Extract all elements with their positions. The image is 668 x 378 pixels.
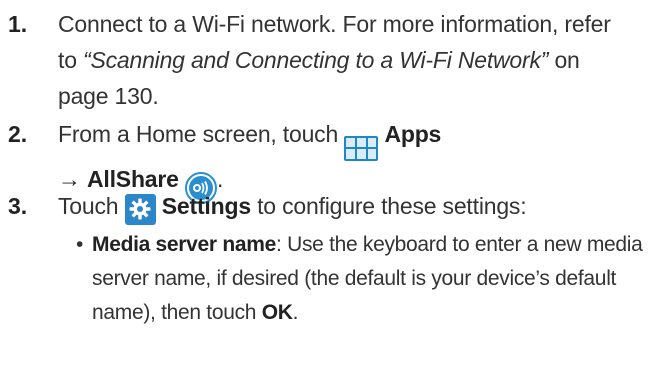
step-number: 1. xyxy=(8,11,28,37)
step-text-line: Connect to a Wi-Fi network. For more inf… xyxy=(58,11,611,37)
step-text: Connect to a Wi-Fi network. For more inf… xyxy=(58,6,662,114)
step-text-fragment: on xyxy=(548,47,580,73)
cross-reference-link[interactable]: “Scanning and Connecting to a Wi-Fi Netw… xyxy=(83,47,548,73)
gear-icon xyxy=(124,193,156,225)
apps-grid-icon xyxy=(344,135,379,161)
apps-label: Apps xyxy=(384,121,442,147)
ok-label: OK xyxy=(261,301,293,324)
bullet-dot: • xyxy=(76,233,84,256)
page-reference: page 130. xyxy=(58,83,159,109)
step-text-fragment: to configure these settings: xyxy=(250,193,527,219)
step-number: 2. xyxy=(8,121,28,147)
bullet-text-fragment: : Use the keyboard to enter a new media xyxy=(276,233,643,256)
step-text-fragment: Touch xyxy=(58,193,125,219)
bullet-text-fragment: server name, if desired (the default is … xyxy=(92,267,617,290)
instruction-page: 1. Connect to a Wi-Fi network. For more … xyxy=(0,0,668,378)
bullet-term: Media server name xyxy=(92,233,277,256)
bullet-text-fragment: . xyxy=(292,301,299,324)
settings-label: Settings xyxy=(161,193,251,219)
bullet-text-fragment: name), then touch xyxy=(92,301,262,324)
step-number: 3. xyxy=(8,193,28,219)
bullet-text: Media server name: Use the keyboard to e… xyxy=(92,228,658,330)
step-text: Touch Settings to configure these settin… xyxy=(58,188,662,225)
step-text-fragment: to xyxy=(58,47,83,73)
step-text-fragment: From a Home screen, touch xyxy=(58,121,345,147)
